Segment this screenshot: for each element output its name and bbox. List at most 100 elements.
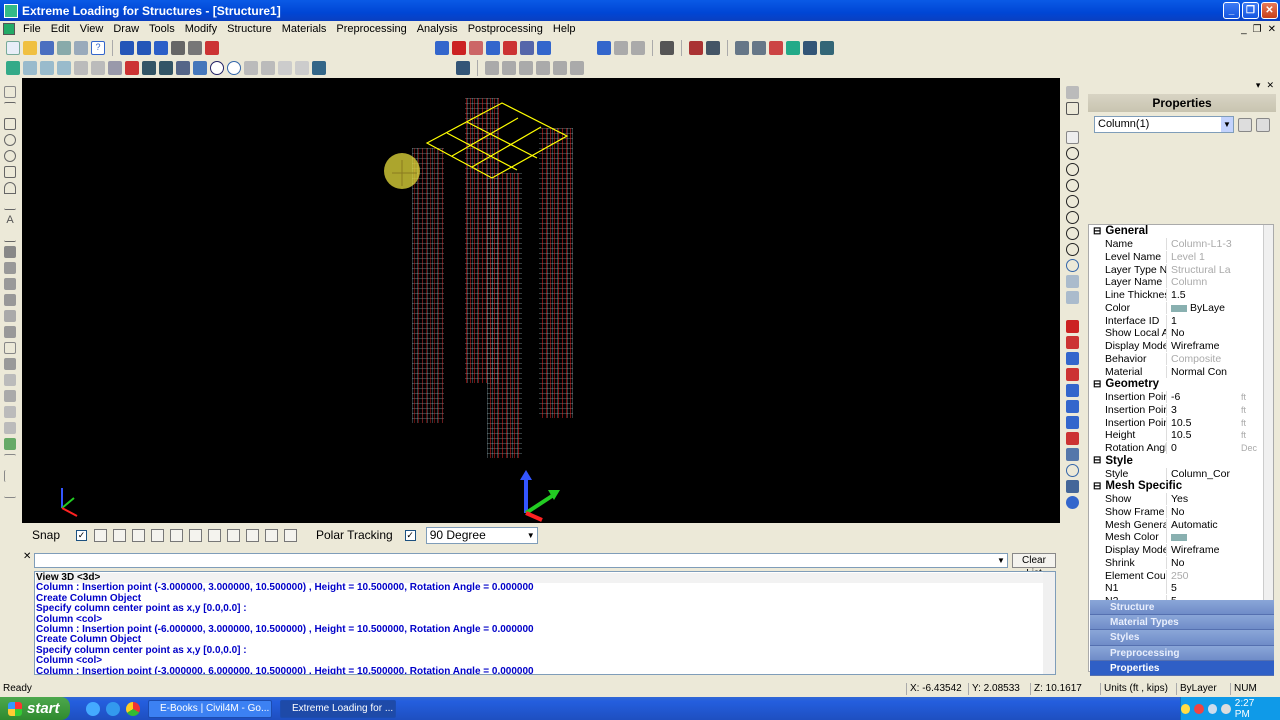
beam-icon[interactable] <box>4 262 16 274</box>
stop-icon[interactable] <box>631 41 645 55</box>
property-value[interactable]: 0 <box>1167 442 1239 454</box>
property-value[interactable]: 10.5 <box>1167 429 1239 441</box>
circle-icon[interactable] <box>4 134 16 146</box>
view-sw-icon[interactable] <box>1065 496 1079 509</box>
snap-nearest-button[interactable] <box>246 528 259 542</box>
ie-icon[interactable] <box>86 701 100 716</box>
zoom-extents-icon[interactable] <box>1065 227 1079 240</box>
pin-icon[interactable]: ▾ <box>1256 80 1261 94</box>
property-row[interactable]: Color ByLaye <box>1089 301 1273 315</box>
property-row[interactable]: Display Mode Wireframe <box>1089 544 1273 557</box>
model-viewport[interactable] <box>22 78 1060 523</box>
property-row[interactable]: Show Yes <box>1089 493 1273 506</box>
redo-icon[interactable] <box>137 41 151 55</box>
boundary-icon[interactable] <box>486 41 500 55</box>
structure-3d-view[interactable] <box>22 78 1060 523</box>
zoom-realtime-icon[interactable] <box>1065 147 1079 160</box>
slab-icon[interactable] <box>4 278 16 290</box>
property-value[interactable]: -6 <box>1167 391 1239 403</box>
help-icon[interactable]: ? <box>91 41 105 55</box>
view-top-icon[interactable] <box>1065 352 1079 365</box>
property-category[interactable]: ⊟ Style <box>1089 454 1273 468</box>
vertical-dimension-icon[interactable] <box>4 470 16 482</box>
pause-icon[interactable] <box>614 41 628 55</box>
connect-icon[interactable] <box>537 41 551 55</box>
plate-icon[interactable] <box>4 390 16 402</box>
panel-preprocessing[interactable]: Preprocessing <box>1090 645 1274 661</box>
property-value[interactable]: 1 <box>1167 315 1239 327</box>
view-3d-icon[interactable] <box>1065 86 1079 99</box>
load-icon[interactable] <box>469 41 483 55</box>
property-row[interactable]: N1 5 <box>1089 582 1273 595</box>
menu-materials[interactable]: Materials <box>277 23 332 35</box>
property-value[interactable]: No <box>1167 557 1239 569</box>
property-value[interactable]: 3 <box>1167 404 1239 416</box>
property-row[interactable]: Height 10.5 ft <box>1089 429 1273 442</box>
menu-view[interactable]: View <box>75 23 109 35</box>
select-objects-icon[interactable] <box>1256 117 1270 132</box>
column-front[interactable] <box>487 173 522 458</box>
view-ne-icon[interactable] <box>1065 448 1079 461</box>
line-icon[interactable] <box>4 102 16 114</box>
menu-help[interactable]: Help <box>548 23 581 35</box>
menu-structure[interactable]: Structure <box>222 23 277 35</box>
play-icon[interactable] <box>597 41 611 55</box>
collapse-icon[interactable]: ⊟ <box>1089 226 1101 237</box>
property-value[interactable]: 1.5 <box>1167 289 1239 301</box>
property-row[interactable]: Show Local Axe No <box>1089 327 1273 340</box>
align-left-icon[interactable] <box>485 61 499 75</box>
property-row[interactable]: Show Frame No <box>1089 505 1273 519</box>
menu-preprocessing[interactable]: Preprocessing <box>331 23 411 35</box>
array-icon[interactable] <box>91 61 105 75</box>
menu-tools[interactable]: Tools <box>144 23 180 35</box>
property-row[interactable]: Mesh Color <box>1089 531 1273 544</box>
property-row[interactable]: Level Name Level 1 <box>1089 250 1273 264</box>
check-icon[interactable] <box>803 41 817 55</box>
property-row[interactable]: Interface ID 1 <box>1089 314 1273 327</box>
text-icon[interactable]: A <box>4 214 16 226</box>
erase-icon[interactable] <box>154 41 168 55</box>
mirror-icon[interactable] <box>74 61 88 75</box>
report-icon[interactable] <box>752 41 766 55</box>
shade-icon[interactable] <box>1065 320 1079 333</box>
rectangle-icon[interactable] <box>4 118 16 130</box>
perpendicular-icon[interactable] <box>244 61 258 75</box>
clear-list-button[interactable]: Clear List <box>1012 553 1056 579</box>
property-category[interactable]: ⊟ General <box>1089 225 1273 238</box>
tray-network-icon[interactable] <box>1180 703 1191 714</box>
run-analysis-icon[interactable] <box>435 41 449 55</box>
document-icon[interactable] <box>3 23 15 35</box>
chart-icon[interactable] <box>769 41 783 55</box>
leader-icon[interactable] <box>4 486 16 498</box>
open-folder-icon[interactable] <box>23 41 37 55</box>
snap-grid-button[interactable] <box>284 528 297 542</box>
close-button[interactable]: ✕ <box>1261 2 1278 19</box>
bolt-icon[interactable] <box>4 406 16 418</box>
mdi-close-icon[interactable]: ✕ <box>1268 24 1276 35</box>
tray-security-icon[interactable] <box>1194 703 1204 714</box>
zoom-in-icon[interactable] <box>1065 179 1079 192</box>
chevron-down-icon[interactable]: ▼ <box>1221 117 1233 132</box>
align-top-icon[interactable] <box>536 61 550 75</box>
property-row[interactable]: Display Mode Wireframe <box>1089 340 1273 353</box>
nearest-icon[interactable] <box>295 61 309 75</box>
align-right-icon[interactable] <box>519 61 533 75</box>
ie-secondary-icon[interactable] <box>106 701 120 716</box>
property-value[interactable]: Yes <box>1167 493 1239 505</box>
node-icon[interactable] <box>278 61 292 75</box>
copy-icon[interactable] <box>57 61 71 75</box>
property-row[interactable]: Rotation Angle 0 Dec <box>1089 442 1273 455</box>
table-icon[interactable] <box>735 41 749 55</box>
panel-structure[interactable]: Structure <box>1090 600 1274 616</box>
refresh-icon[interactable] <box>6 61 20 75</box>
property-category[interactable]: ⊟ Mesh Specific <box>1089 480 1273 493</box>
layer-display[interactable]: ByLayer <box>1176 683 1220 695</box>
mdi-restore-icon[interactable]: ❐ <box>1253 24 1262 35</box>
property-row[interactable]: Mesh Generatic Automatic <box>1089 518 1273 531</box>
property-row[interactable]: Style Column_Cor <box>1089 467 1273 480</box>
property-value[interactable]: Column_Cor <box>1167 468 1239 480</box>
chevron-down-icon[interactable]: ▼ <box>995 554 1007 567</box>
task-extreme-loading[interactable]: Extreme Loading for ... <box>280 699 396 718</box>
property-value[interactable]: 250 <box>1167 570 1239 582</box>
stop-analysis-icon[interactable] <box>452 41 466 55</box>
